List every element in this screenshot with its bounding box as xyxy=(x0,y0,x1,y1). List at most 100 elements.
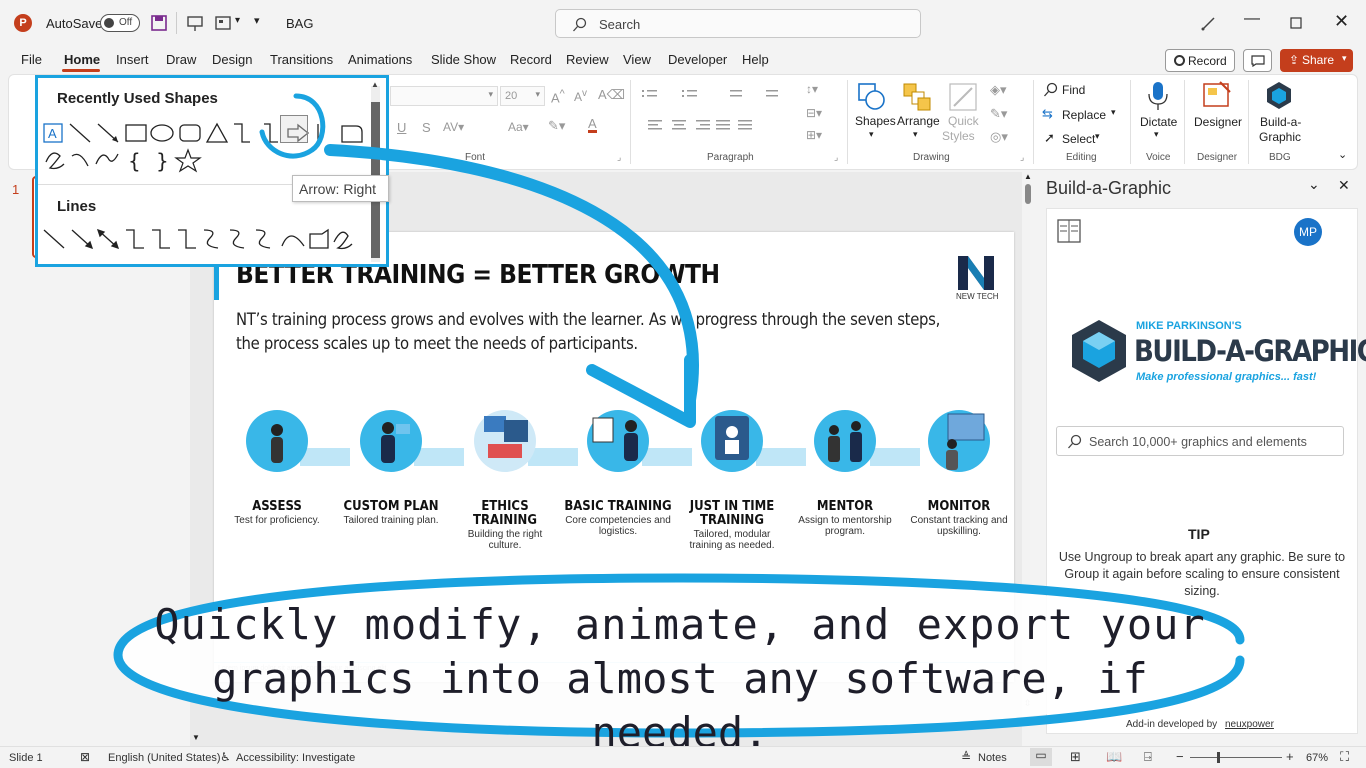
record-button[interactable]: Record xyxy=(1165,49,1235,72)
comments-button[interactable] xyxy=(1243,49,1272,72)
ribbon-collapse-icon[interactable]: ⌄ xyxy=(1338,148,1347,161)
zoom-in-icon[interactable]: + xyxy=(1286,749,1294,764)
font-name-dropdown[interactable]: ▾ xyxy=(390,86,498,106)
chevron-down-icon[interactable]: ▾ xyxy=(235,15,240,26)
menu-insert[interactable]: Insert xyxy=(116,52,149,67)
clear-format-icon[interactable]: A⌫ xyxy=(598,87,625,103)
dialog-launcher-icon[interactable]: ⌟ xyxy=(617,152,621,163)
share-button[interactable]: ⇪ Share ▾ xyxy=(1280,49,1353,72)
dialog-launcher-icon[interactable]: ⌟ xyxy=(1020,152,1024,163)
menu-transitions[interactable]: Transitions xyxy=(270,52,333,67)
shape-effects-icon[interactable]: ◎▾ xyxy=(990,129,1008,145)
font-size-dropdown[interactable]: 20 ▾ xyxy=(500,86,545,106)
menu-file[interactable]: File xyxy=(21,52,42,67)
spelling-check-icon[interactable]: ⊠ xyxy=(80,750,90,764)
menu-animations[interactable]: Animations xyxy=(348,52,412,67)
search-box[interactable]: Search xyxy=(555,9,921,38)
zoom-level[interactable]: 67% xyxy=(1306,752,1328,764)
designer-icon[interactable] xyxy=(1202,80,1232,110)
scroll-up-icon[interactable]: ▲ xyxy=(1024,172,1032,181)
menu-developer[interactable]: Developer xyxy=(668,52,727,67)
present-icon[interactable] xyxy=(186,14,204,32)
quick-styles-label-1[interactable]: Quick xyxy=(948,114,979,128)
customize-toolbar-icon[interactable]: ▾ xyxy=(254,14,260,27)
status-accessibility[interactable]: Accessibility: Investigate xyxy=(236,752,355,764)
shapes-button-label[interactable]: Shapes xyxy=(855,114,896,128)
zoom-out-icon[interactable]: − xyxy=(1176,749,1184,764)
increase-font-icon[interactable]: A^ xyxy=(551,88,565,105)
bag-button-label-1[interactable]: Build-a- xyxy=(1260,115,1301,129)
process-step-monitor[interactable]: MONITOR Constant tracking and upskilling… xyxy=(904,410,1014,537)
minimize-icon[interactable]: — xyxy=(1244,10,1260,28)
decrease-font-icon[interactable]: Av xyxy=(574,88,587,104)
process-step-assess[interactable]: ASSESS Test for proficiency. xyxy=(222,410,332,526)
notes-button[interactable]: Notes xyxy=(978,752,1007,764)
pane-options-chevron-icon[interactable]: ⌄ xyxy=(1308,176,1320,193)
shape-outline-icon[interactable]: ✎▾ xyxy=(990,106,1007,122)
find-button-label[interactable]: Find xyxy=(1062,83,1085,97)
zoom-slider-thumb[interactable] xyxy=(1217,752,1220,763)
menu-help[interactable]: Help xyxy=(742,52,769,67)
dialog-launcher-icon[interactable]: ⌟ xyxy=(834,152,838,163)
close-pane-icon[interactable]: ✕ xyxy=(1338,177,1350,194)
fit-slide-icon[interactable]: ⛶ xyxy=(1340,749,1349,765)
menu-home[interactable]: Home xyxy=(64,52,100,67)
normal-view-icon[interactable]: ▭ xyxy=(1030,748,1052,766)
smartart-icon[interactable]: ⊞▾ xyxy=(806,128,822,142)
scroll-thumb[interactable] xyxy=(1025,184,1031,204)
status-language[interactable]: English (United States) xyxy=(108,752,221,764)
quick-styles-label-2[interactable]: Styles xyxy=(942,129,975,143)
close-icon[interactable]: ✕ xyxy=(1334,11,1349,32)
maximize-icon[interactable] xyxy=(1290,17,1302,29)
autosave-toggle[interactable]: Off xyxy=(100,14,140,32)
change-case-icon[interactable]: Aa▾ xyxy=(508,120,529,134)
zoom-slider[interactable] xyxy=(1190,752,1282,763)
shapes-icon[interactable] xyxy=(857,82,887,112)
menu-view[interactable]: View xyxy=(623,52,651,67)
replace-icon[interactable]: ⇆ xyxy=(1042,106,1053,122)
process-step-custom-plan[interactable]: CUSTOM PLAN Tailored training plan. xyxy=(336,410,446,526)
process-step-ethics-training[interactable]: ETHICS TRAINING Building the right cultu… xyxy=(450,410,560,551)
save-icon[interactable] xyxy=(150,14,168,32)
text-direction-icon[interactable]: ↕▾ xyxy=(806,82,818,96)
avatar[interactable]: MP xyxy=(1294,218,1322,246)
graphics-search-input[interactable]: Search 10,000+ graphics and elements xyxy=(1056,426,1344,456)
shape-fill-icon[interactable]: ◈▾ xyxy=(990,82,1007,98)
process-step-basic-training[interactable]: BASIC TRAINING Core competencies and log… xyxy=(563,410,673,537)
build-a-graphic-icon[interactable] xyxy=(1264,80,1294,110)
menu-slideshow[interactable]: Slide Show xyxy=(431,52,496,67)
select-cursor-icon[interactable]: ➚ xyxy=(1044,130,1055,146)
character-spacing-icon[interactable]: AV▾ xyxy=(443,120,464,134)
underline-icon[interactable]: U xyxy=(397,120,406,135)
dictate-button-label[interactable]: Dictate xyxy=(1140,115,1177,129)
library-icon[interactable] xyxy=(1056,218,1082,244)
layout-icon[interactable] xyxy=(214,14,232,32)
slide-sorter-icon[interactable]: ⊞ xyxy=(1070,749,1081,765)
arrange-icon[interactable] xyxy=(902,82,932,112)
scroll-up-icon[interactable]: ▲ xyxy=(371,80,379,89)
pen-icon[interactable] xyxy=(1200,14,1218,32)
microphone-icon[interactable] xyxy=(1146,80,1170,112)
replace-button-label[interactable]: Replace xyxy=(1062,108,1106,122)
process-step-mentor[interactable]: MENTOR Assign to mentorship program. xyxy=(790,410,900,537)
find-icon[interactable] xyxy=(1043,82,1059,98)
menu-draw[interactable]: Draw xyxy=(166,52,196,67)
arrange-button-label[interactable]: Arrange xyxy=(897,114,940,128)
reading-view-icon[interactable]: 📖 xyxy=(1106,749,1122,765)
menu-record[interactable]: Record xyxy=(510,52,552,67)
credit-link[interactable]: neuxpower xyxy=(1225,719,1274,730)
align-text-icon[interactable]: ⊟▾ xyxy=(806,106,822,120)
font-color-icon[interactable]: A xyxy=(588,117,597,133)
slide-body-text[interactable]: NT’s training process grows and evolves … xyxy=(236,308,956,356)
strikethrough-icon[interactable]: S xyxy=(422,120,431,135)
menu-design[interactable]: Design xyxy=(212,52,252,67)
highlight-icon[interactable]: ✎▾ xyxy=(548,118,565,134)
designer-button-label[interactable]: Designer xyxy=(1194,115,1242,129)
slideshow-view-icon[interactable]: ⍈ xyxy=(1144,749,1152,765)
bag-button-label-2[interactable]: Graphic xyxy=(1259,130,1301,144)
popup-scrollbar[interactable]: ▲ xyxy=(371,80,380,262)
quick-styles-icon[interactable] xyxy=(948,82,978,112)
menu-review[interactable]: Review xyxy=(566,52,609,67)
process-step-just-in-time[interactable]: JUST IN TIME TRAINING Tailored, modular … xyxy=(677,410,787,551)
select-button-label[interactable]: Select xyxy=(1062,132,1095,146)
